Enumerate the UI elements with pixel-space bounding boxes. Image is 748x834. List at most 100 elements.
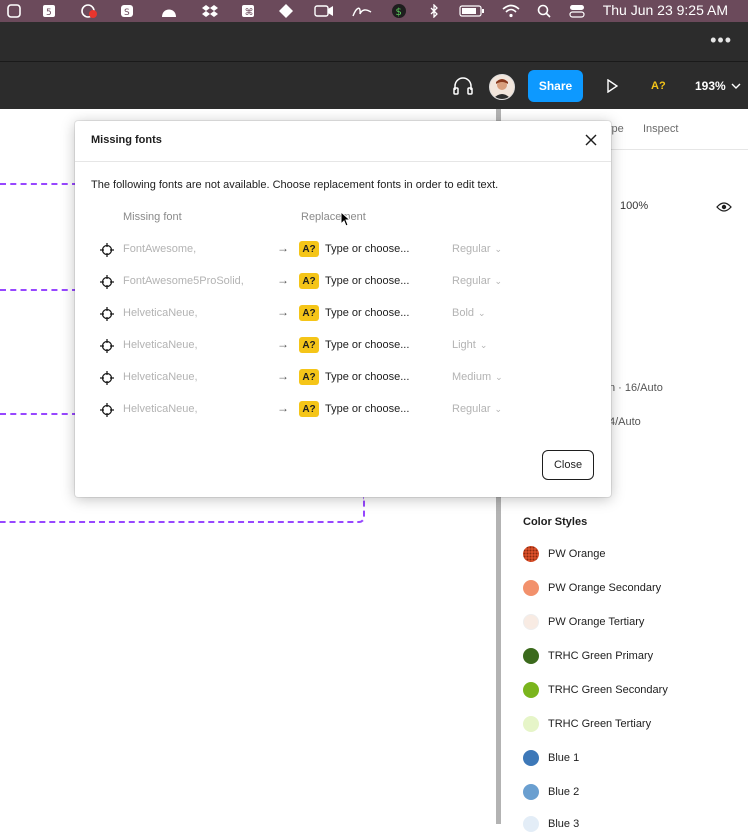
tab-inspect[interactable]: Inspect [643,123,678,135]
frame-outline [0,289,78,291]
arrow-right-icon: → [277,369,289,383]
font-style-value: Light [452,339,476,351]
column-header-replacement: Replacement [301,211,366,223]
play-icon[interactable] [606,62,618,110]
font-style-dropdown[interactable]: Light ⌄ [452,339,487,351]
dialog-title: Missing fonts [91,134,162,146]
color-styles-heading: Color Styles [523,516,588,528]
color-style-item[interactable]: Blue 2 [523,782,579,802]
replacement-font-input[interactable]: Type or choose... [325,307,409,319]
arrow-right-icon: → [277,401,289,415]
chevron-down-icon: ⌄ [478,307,486,318]
locate-icon[interactable] [100,371,114,385]
control-center-icon[interactable] [569,2,585,20]
skype-icon[interactable]: S [120,2,134,20]
text-style-item[interactable]: n · 16/Auto [609,382,663,394]
font-style-dropdown[interactable]: Regular ⌄ [452,403,502,415]
zoom-dropdown[interactable]: 193% [695,62,741,110]
font-style-dropdown[interactable]: Regular ⌄ [452,243,502,255]
color-swatch [523,784,539,800]
svg-text:5: 5 [46,8,52,18]
font-row: HelveticaNeue, → A? Type or choose... Li… [75,330,611,362]
color-style-item[interactable]: Blue 3 [523,814,579,834]
color-style-item[interactable]: TRHC Green Tertiary [523,714,651,734]
replacement-font-input[interactable]: Type or choose... [325,403,409,415]
close-button[interactable]: Close [542,450,594,480]
dropbox-icon[interactable] [202,2,218,20]
opacity-value[interactable]: 100% [620,200,648,212]
locate-icon[interactable] [100,275,114,289]
chevron-down-icon: ⌄ [495,371,503,382]
arrow-right-icon: → [277,241,289,255]
replacement-font-input[interactable]: Type or choose... [325,243,409,255]
locate-icon[interactable] [100,339,114,353]
diamond-icon[interactable] [278,2,294,20]
color-style-label: Blue 2 [548,786,580,798]
mouse-cursor-icon [340,210,352,232]
color-style-item[interactable]: PW Orange Tertiary [523,612,644,632]
arrow-right-icon: → [277,305,289,319]
signature-icon[interactable] [352,2,372,20]
search-icon[interactable] [537,2,551,20]
text-style-item[interactable]: 4/Auto [609,416,641,428]
font-style-dropdown[interactable]: Regular ⌄ [452,275,502,287]
more-options-icon[interactable]: ••• [710,30,732,51]
dollar-icon[interactable]: $ [391,2,407,20]
share-button[interactable]: Share [528,70,583,102]
app-icon[interactable] [7,2,21,20]
battery-icon[interactable] [459,2,485,20]
color-style-label: PW Orange Secondary [548,582,662,594]
camera-icon[interactable] [314,2,334,20]
color-swatch [523,750,539,766]
missing-font-name: HelveticaNeue, [123,307,198,319]
avatar[interactable] [489,74,515,100]
font-style-value: Regular [452,243,491,255]
font-style-dropdown[interactable]: Bold ⌄ [452,307,486,319]
missing-font-name: HelveticaNeue, [123,371,198,383]
replacement-font-input[interactable]: Type or choose... [325,371,409,383]
ghost-icon[interactable] [160,2,178,20]
menu-bar: 5 S ⌘ $ Thu Jun 23 9:25 AM [0,0,748,22]
wifi-icon[interactable] [502,2,520,20]
color-swatch [523,716,539,732]
command-icon[interactable]: ⌘ [241,2,255,20]
color-style-item[interactable]: PW Orange Secondary [523,578,661,598]
color-style-item[interactable]: TRHC Green Primary [523,646,653,666]
menubar-clock[interactable]: Thu Jun 23 9:25 AM [603,2,728,18]
arrow-right-icon: → [277,337,289,351]
locate-icon[interactable] [100,307,114,321]
close-icon[interactable] [583,132,599,148]
missing-fonts-indicator[interactable]: A? [651,62,666,110]
title-strip: ••• [0,22,748,61]
font-style-dropdown[interactable]: Medium ⌄ [452,371,503,383]
top-toolbar: Share A? 193% [0,61,748,110]
missing-font-name: FontAwesome, [123,243,197,255]
broadcast-icon[interactable] [80,2,98,20]
chevron-down-icon: ⌄ [494,243,503,254]
color-style-label: TRHC Green Primary [548,650,654,662]
locate-icon[interactable] [100,243,114,257]
color-swatch [523,682,539,698]
color-style-item[interactable]: Blue 1 [523,748,579,768]
missing-font-name: HelveticaNeue, [123,339,198,351]
font-warning-badge: A? [299,305,319,321]
eye-icon[interactable] [716,200,732,218]
locate-icon[interactable] [100,403,114,417]
html5-icon[interactable]: 5 [42,2,56,20]
font-row: FontAwesome5ProSolid, → A? Type or choos… [75,266,611,298]
font-style-value: Regular [452,275,491,287]
headphones-icon[interactable] [453,62,473,110]
font-row: FontAwesome, → A? Type or choose... Regu… [75,234,611,266]
chevron-down-icon [731,83,741,89]
color-style-label: Blue 3 [548,818,580,830]
replacement-font-input[interactable]: Type or choose... [325,275,409,287]
frame-outline [0,497,365,523]
color-style-label: PW Orange Tertiary [548,616,645,628]
font-warning-badge: A? [299,241,319,257]
color-style-item[interactable]: TRHC Green Secondary [523,680,668,700]
font-style-value: Regular [452,403,491,415]
bluetooth-icon[interactable] [428,2,440,20]
color-style-item[interactable]: PW Orange [523,544,605,564]
replacement-font-input[interactable]: Type or choose... [325,339,409,351]
column-header-missing-font: Missing font [123,211,182,223]
